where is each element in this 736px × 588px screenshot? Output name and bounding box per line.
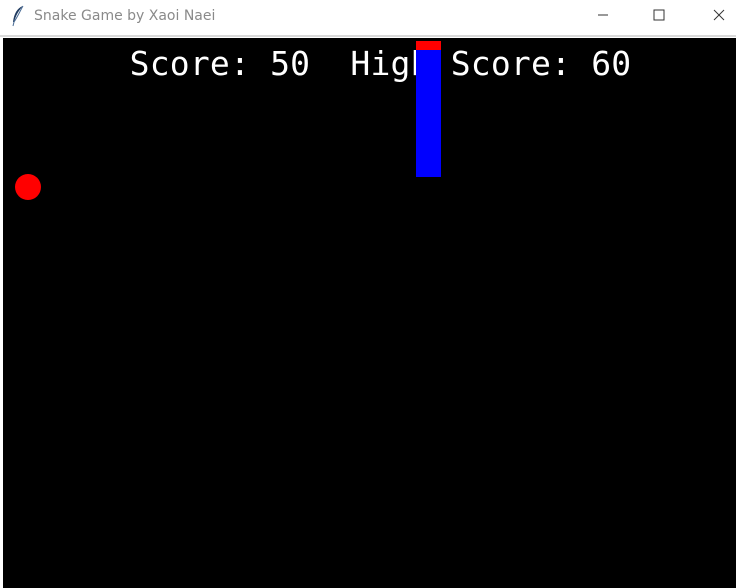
snake-body bbox=[416, 49, 441, 177]
game-canvas[interactable]: Score: 50 High Score: 60 bbox=[3, 38, 736, 588]
maximize-button[interactable] bbox=[636, 0, 682, 33]
feather-icon bbox=[10, 5, 26, 27]
maximize-icon bbox=[653, 8, 665, 26]
window-frame-divider bbox=[0, 35, 736, 37]
food-apple bbox=[15, 174, 41, 200]
close-icon bbox=[713, 8, 725, 26]
close-button[interactable] bbox=[696, 0, 736, 33]
minimize-icon bbox=[597, 8, 609, 26]
score-display: Score: 50 High Score: 60 bbox=[129, 44, 632, 83]
minimize-button[interactable] bbox=[580, 0, 626, 33]
snake-head bbox=[416, 41, 441, 50]
title-bar[interactable]: Snake Game by Xaoi Naei bbox=[0, 0, 736, 33]
window-title: Snake Game by Xaoi Naei bbox=[34, 8, 216, 24]
